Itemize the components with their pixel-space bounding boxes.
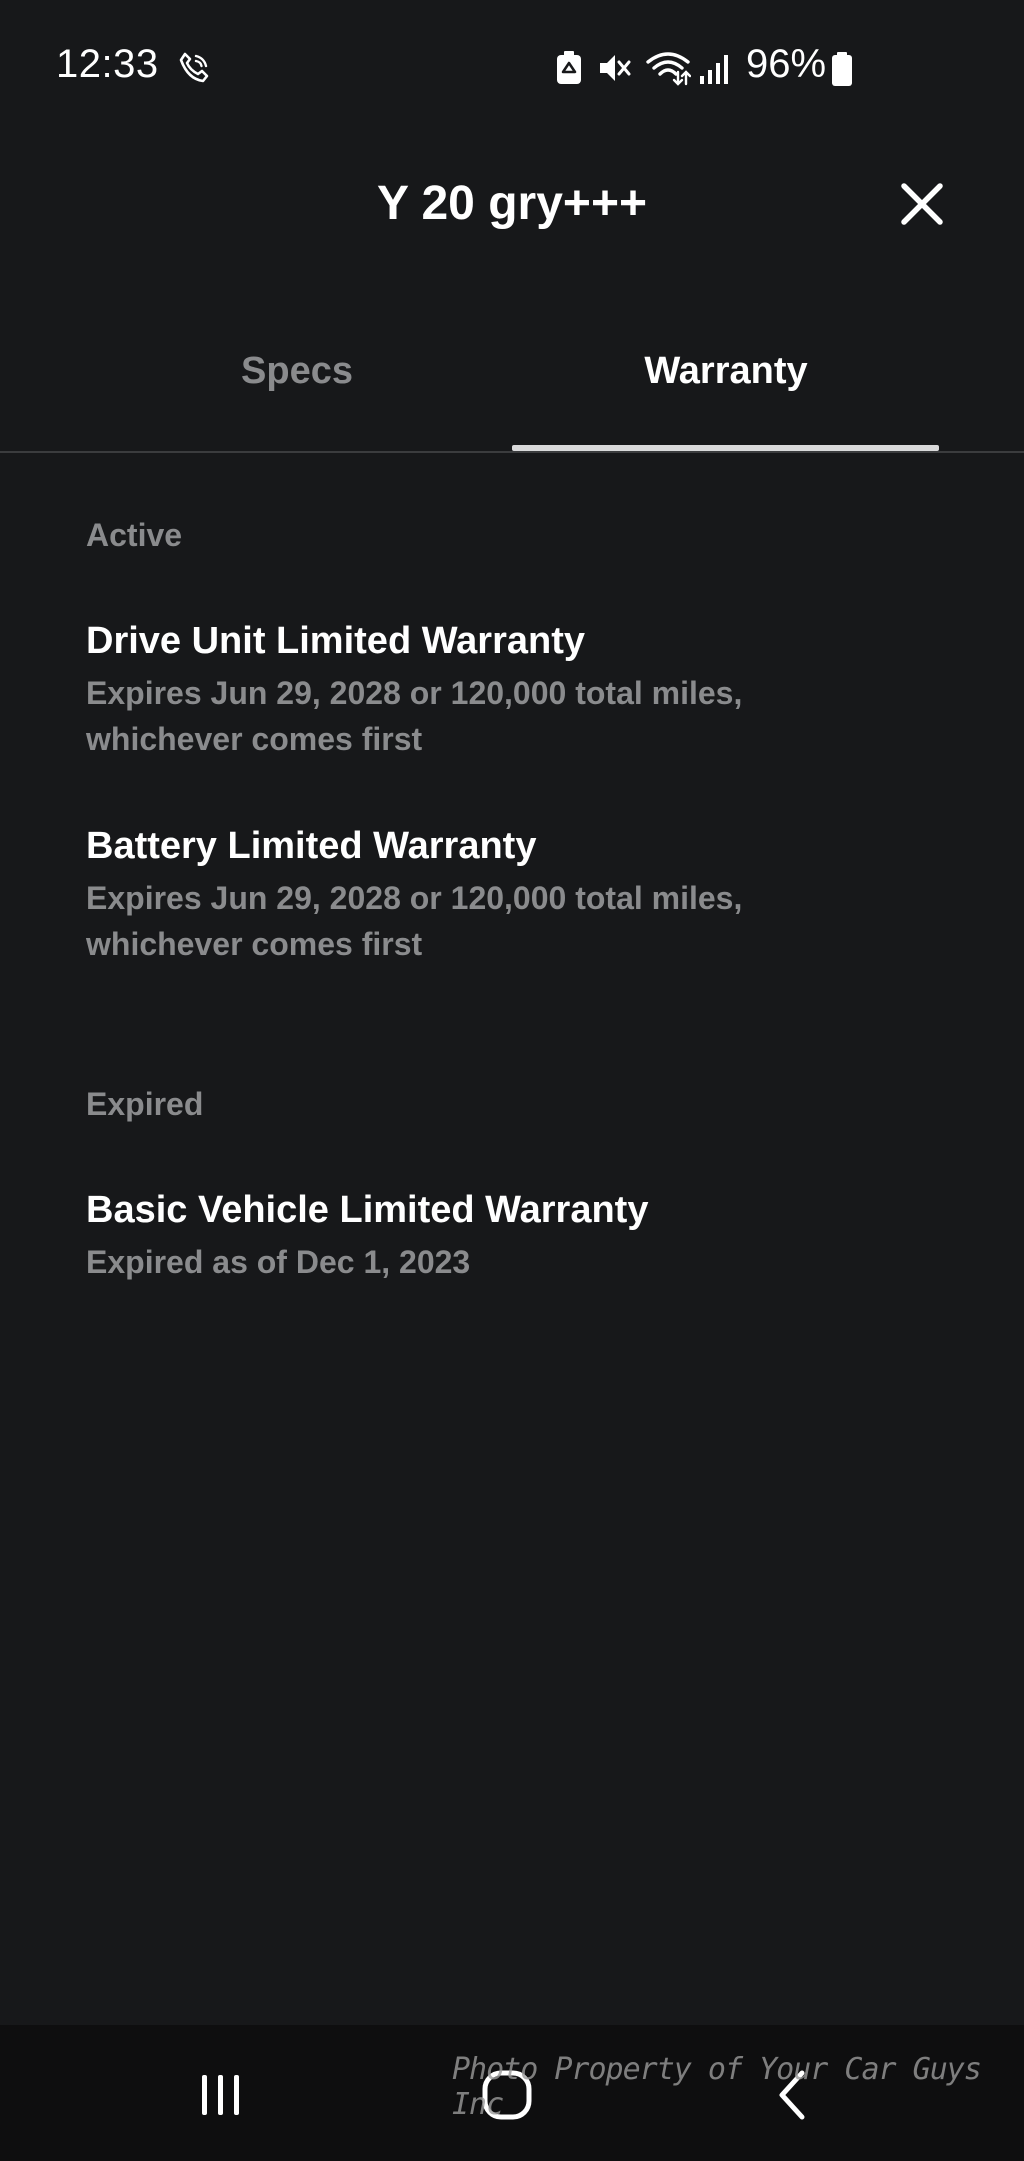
status-time: 12:33 — [56, 42, 159, 86]
recents-icon[interactable] — [186, 2065, 256, 2125]
mute-icon — [600, 55, 631, 81]
warranty-title: Drive Unit Limited Warranty — [86, 620, 586, 662]
page-title: Y 20 gry+++ — [377, 177, 647, 230]
warranty-description: Expires Jun 29, 2028 or 120,000 total mi… — [86, 675, 743, 757]
wifi-call-icon — [179, 52, 209, 83]
tab-warranty[interactable]: Warranty — [511, 350, 941, 393]
section-label-expired: Expired — [86, 1086, 204, 1122]
close-icon[interactable] — [896, 178, 948, 230]
status-bar: 12:33 96% — [0, 0, 1024, 132]
section-label-active: Active — [86, 517, 183, 553]
battery-icon — [832, 52, 852, 86]
warranty-title: Basic Vehicle Limited Warranty — [86, 1189, 649, 1231]
tab-divider — [0, 451, 1024, 453]
warranty-title: Battery Limited Warranty — [86, 825, 537, 867]
watermark: Photo Property of Your Car Guys Inc — [452, 2052, 982, 2122]
tab-specs[interactable]: Specs — [82, 350, 512, 393]
warranty-description: Expired as of Dec 1, 2023 — [86, 1244, 471, 1280]
battery-saver-icon — [557, 51, 581, 84]
warranty-description: Expires Jun 29, 2028 or 120,000 total mi… — [86, 880, 743, 962]
signal-icon — [700, 55, 728, 84]
tab-bar: Specs Warranty — [0, 330, 1024, 454]
wifi-icon — [646, 52, 691, 86]
battery-percent: 96% — [746, 42, 827, 86]
